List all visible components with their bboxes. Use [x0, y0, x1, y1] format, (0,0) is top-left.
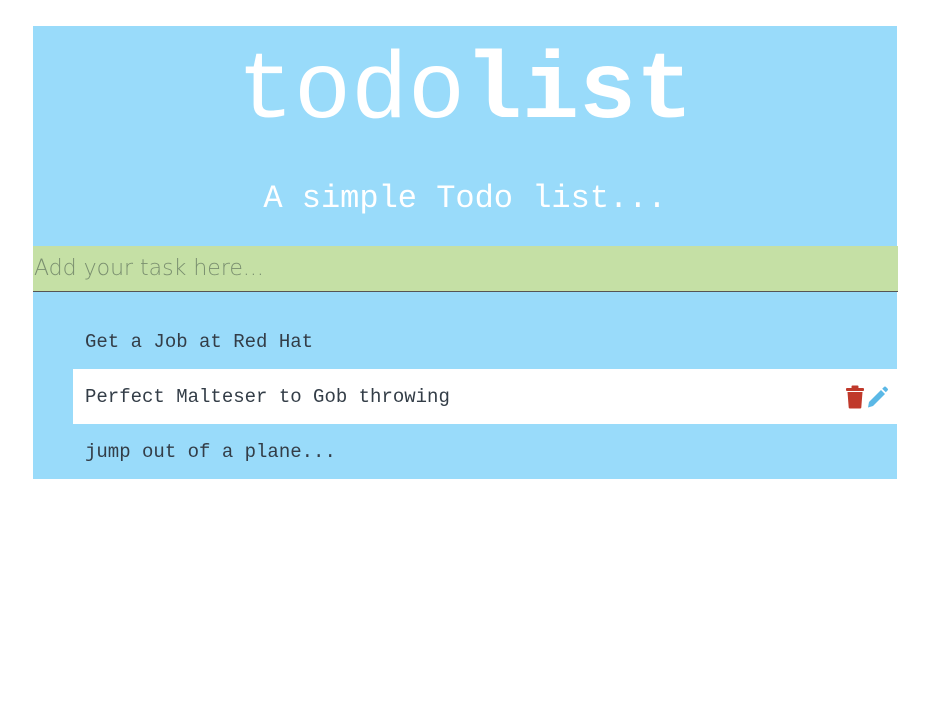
task-item[interactable]: jump out of a plane... — [73, 424, 897, 479]
task-item[interactable]: Get a Job at Red Hat — [73, 314, 897, 369]
task-input[interactable] — [33, 246, 898, 291]
app-title-light: todo — [236, 38, 465, 146]
task-input-container — [33, 246, 898, 292]
task-actions — [844, 385, 888, 409]
task-item[interactable]: Perfect Malteser to Gob throwing — [73, 369, 897, 424]
todo-app: todolist A simple Todo list... Get a Job… — [33, 26, 898, 479]
trash-icon[interactable] — [844, 385, 866, 409]
task-label: Get a Job at Red Hat — [85, 330, 314, 353]
task-label: jump out of a plane... — [85, 440, 336, 463]
app-title: todolist — [33, 45, 897, 140]
task-list: Get a Job at Red Hat Perfect Malteser to… — [33, 292, 897, 479]
pencil-icon[interactable] — [866, 385, 888, 409]
app-header: todolist A simple Todo list... — [33, 26, 897, 246]
app-subtitle: A simple Todo list... — [263, 180, 667, 217]
app-title-bold: list — [465, 38, 694, 146]
task-label: Perfect Malteser to Gob throwing — [85, 385, 450, 408]
